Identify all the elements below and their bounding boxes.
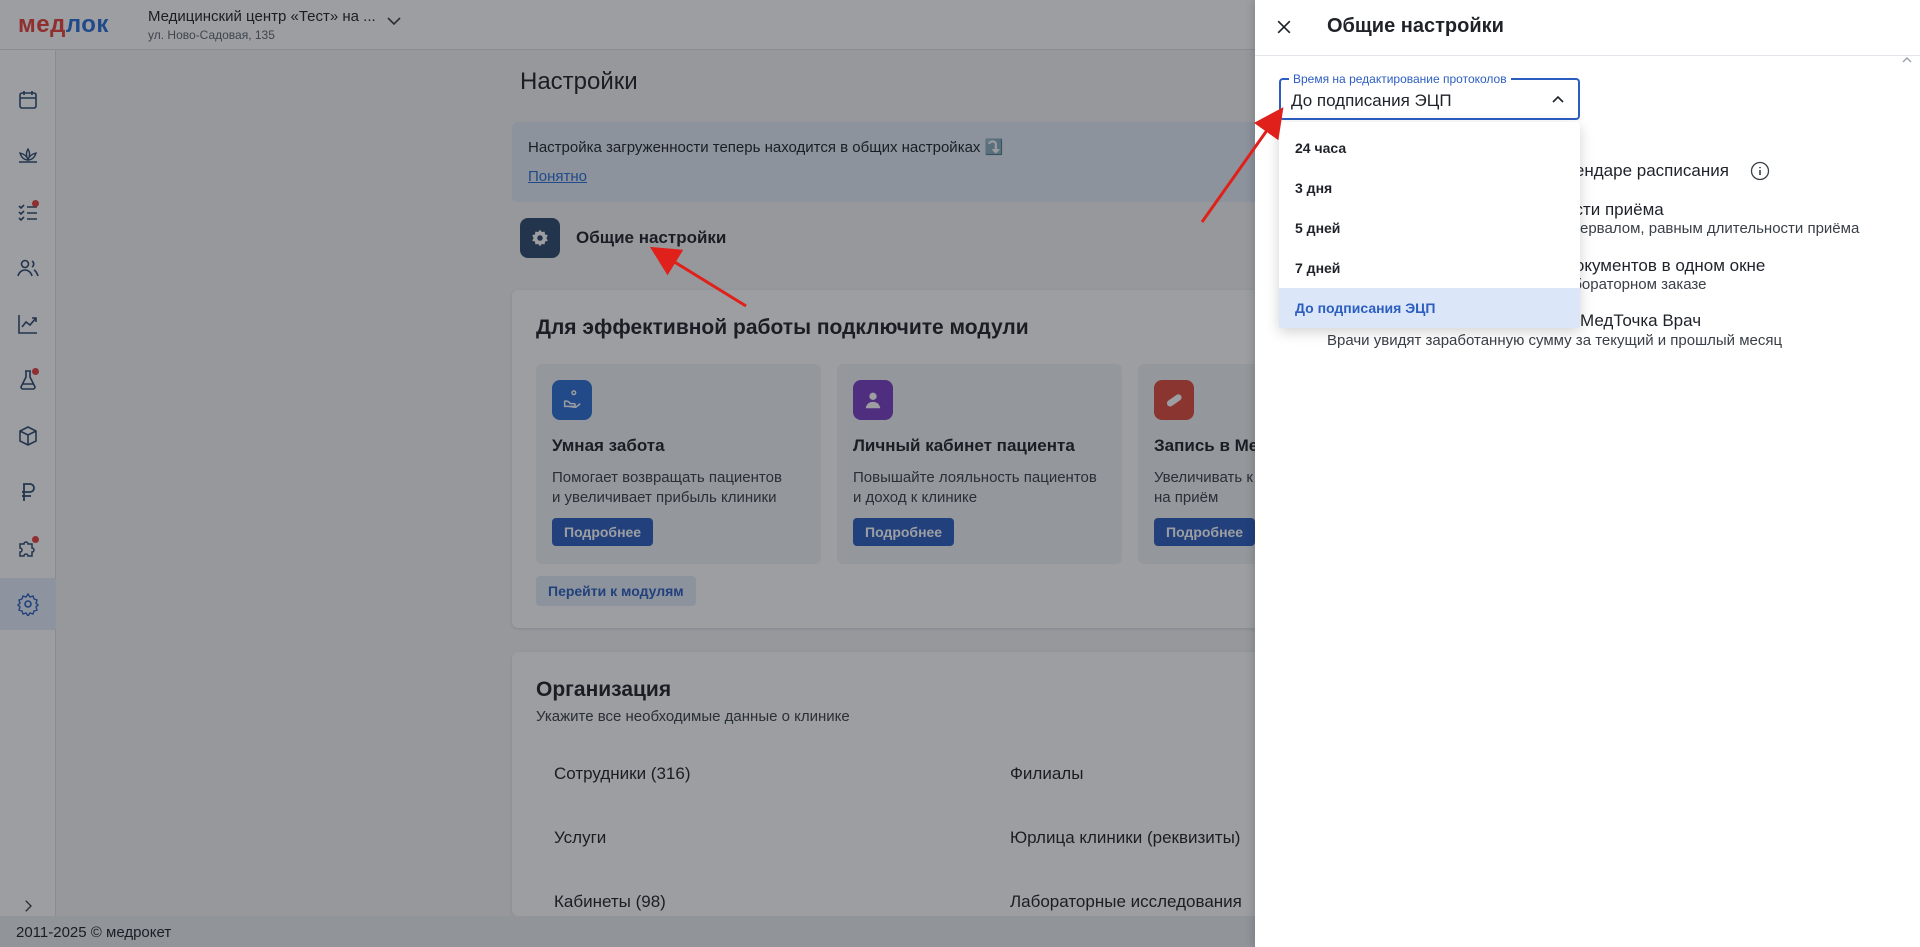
option-until-signature[interactable]: До подписания ЭЦП — [1279, 288, 1580, 328]
select-value: До подписания ЭЦП — [1291, 91, 1452, 110]
setting-medtochka-subtitle: Врачи увидят заработанную сумму за текущ… — [1327, 332, 1783, 349]
protocol-edit-time-select[interactable]: Время на редактирование протоколов До по… — [1279, 72, 1580, 120]
setting-documents-title: документов в одном окне — [1565, 256, 1766, 275]
setting-calendar-title: лендаре расписания — [1565, 161, 1729, 180]
select-dropdown: 24 часа 3 дня 5 дней 7 дней До подписани… — [1279, 122, 1580, 328]
scroll-up-icon[interactable] — [1902, 55, 1912, 65]
setting-duration-subtitle: нтервалом, равным длительности приёма — [1565, 220, 1860, 237]
setting-medtochka-title: МедТочка Врач — [1580, 311, 1702, 330]
close-icon — [1277, 20, 1291, 34]
option-24-hours[interactable]: 24 часа — [1279, 128, 1580, 168]
close-button[interactable] — [1271, 14, 1297, 40]
drawer-header: Общие настройки — [1255, 0, 1920, 56]
general-settings-drawer: Общие настройки лендаре расписания ости … — [1255, 0, 1920, 947]
select-label: Время на редактирование протоколов — [1289, 72, 1511, 86]
setting-documents-subtitle: абораторном заказе — [1565, 276, 1707, 293]
drawer-title: Общие настройки — [1327, 15, 1504, 37]
modal-backdrop[interactable] — [0, 0, 1255, 947]
option-3-days[interactable]: 3 дня — [1279, 168, 1580, 208]
option-5-days[interactable]: 5 дней — [1279, 208, 1580, 248]
info-icon[interactable] — [1750, 161, 1770, 181]
chevron-up-icon — [1552, 95, 1564, 103]
option-7-days[interactable]: 7 дней — [1279, 248, 1580, 288]
